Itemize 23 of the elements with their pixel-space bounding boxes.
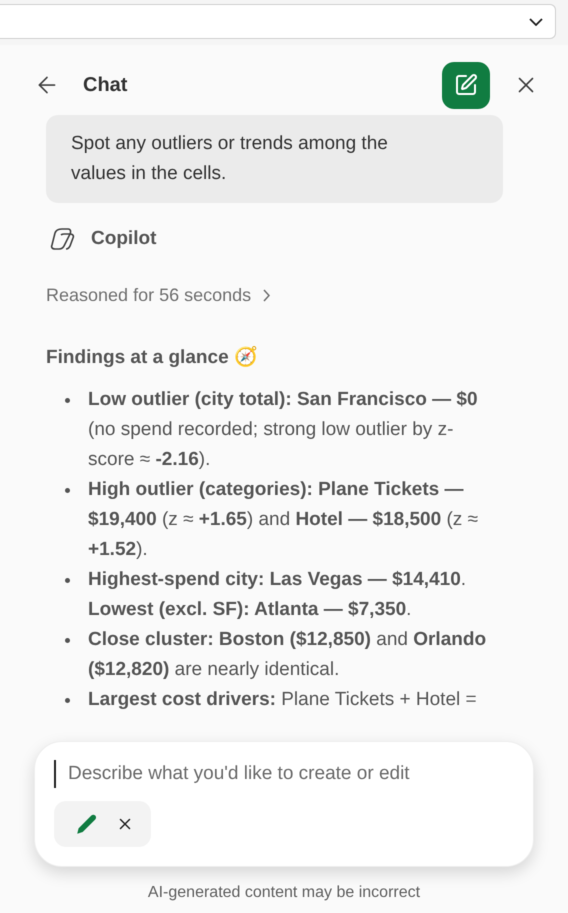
compose-icon bbox=[454, 73, 478, 97]
reasoning-toggle[interactable]: Reasoned for 56 seconds bbox=[46, 282, 270, 308]
disclaimer-text: AI-generated content may be incorrect bbox=[146, 883, 422, 903]
finding-text: Close cluster: Boston ($12,850) and Orlando ($12,820) are nearly identical. bbox=[88, 628, 488, 682]
dropdown-field[interactable] bbox=[0, 4, 556, 39]
tool-chip[interactable] bbox=[54, 801, 151, 847]
finding-text: High outlier (categories): Plane Tickets — $19,400 (z ≈ +1.65) and Hotel — $18,500 (z ≈ +1.52). bbox=[88, 478, 480, 562]
bullet-icon bbox=[65, 638, 70, 643]
bullet-icon bbox=[65, 698, 70, 703]
panel-title: Chat bbox=[83, 73, 128, 98]
finding-text: Low outlier (city total): San Francisco — $0 (no spend recorded; strong low outlier by z-score ≈ -2.16). bbox=[88, 388, 479, 472]
prompt-input-field[interactable]: Describe what you'd like to create or edit bbox=[54, 760, 514, 788]
bullet-icon bbox=[65, 488, 70, 493]
assistant-name: Copilot bbox=[91, 227, 156, 251]
chevron-down-icon bbox=[529, 18, 543, 26]
new-chat-button[interactable] bbox=[442, 62, 490, 108]
finding-text: Largest cost drivers: Plane Tickets + Hotel = bbox=[88, 688, 478, 712]
bullet-icon bbox=[65, 398, 70, 403]
chevron-right-icon bbox=[263, 288, 270, 302]
findings-heading: Findings at a glance 🧭 bbox=[46, 345, 259, 370]
finding-text: Highest-spend city: Las Vegas — $14,410. Lowest (excl. SF): Atlanta — $7,350. bbox=[88, 568, 468, 622]
bullet-icon bbox=[65, 578, 70, 583]
user-message: Spot any outliers or trends among the values in the cells. bbox=[46, 115, 503, 203]
